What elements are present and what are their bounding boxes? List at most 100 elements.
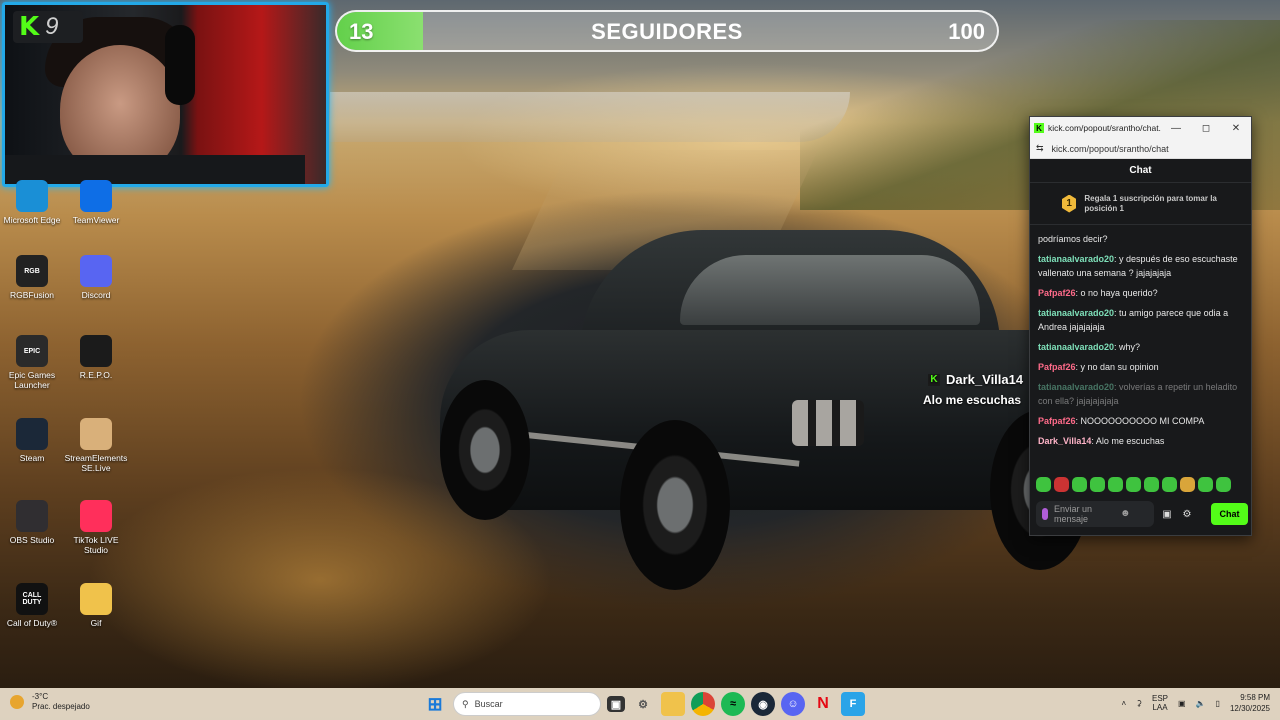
chat-text: : why? — [1114, 342, 1141, 352]
gift-icon[interactable]: ▣ — [1160, 507, 1174, 521]
emote-icon[interactable] — [1216, 477, 1231, 492]
chat-text: : y no dan su opinion — [1075, 362, 1159, 372]
desktop-icon[interactable]: TeamViewer — [64, 180, 128, 225]
close-icon[interactable]: ✕ — [1221, 123, 1251, 134]
microphone-icon[interactable]: ⚳ — [1136, 699, 1142, 708]
steam-icon — [16, 418, 48, 450]
taskbar-search[interactable]: ⚲ Buscar — [453, 692, 601, 716]
chat-text: : Alo me escuchas — [1091, 436, 1165, 446]
emote-icon[interactable] — [1090, 477, 1105, 492]
emoji-icon[interactable]: ☻ — [1120, 509, 1131, 519]
wallpaper-car — [430, 220, 1090, 600]
file-explorer-icon[interactable] — [661, 692, 685, 716]
emote-icon[interactable] — [1180, 477, 1195, 492]
emote-icon[interactable] — [1072, 477, 1087, 492]
rank-badge-icon: 1 — [1062, 194, 1077, 213]
emote-bar[interactable] — [1036, 477, 1231, 492]
rgbfusion-icon: RGB — [16, 255, 48, 287]
system-tray: ˄ ⚳ ESP LAA ▣ 🔈 ▯ 9:58 PM 12/30/2025 — [1121, 692, 1270, 714]
sub-gift-banner[interactable]: 1 Regala 1 suscripción para tomar la pos… — [1030, 183, 1251, 225]
emote-icon[interactable] — [1054, 477, 1069, 492]
desktop-icon[interactable]: EPIC Epic Games Launcher — [0, 335, 64, 390]
emote-icon[interactable] — [1162, 477, 1177, 492]
clock-time: 9:58 PM — [1240, 693, 1270, 702]
app-icon[interactable]: F — [841, 692, 865, 716]
weather-desc: Prac. despejado — [32, 702, 90, 711]
chat-text: podríamos decir? — [1038, 234, 1108, 244]
emote-icon[interactable] — [1036, 477, 1051, 492]
discord-taskbar-icon[interactable]: ☺ — [781, 692, 805, 716]
clock[interactable]: 9:58 PM 12/30/2025 — [1230, 692, 1270, 714]
desktop-icon[interactable]: Steam — [0, 418, 64, 463]
chat-username[interactable]: tatianaalvarado20 — [1038, 254, 1114, 264]
language-indicator[interactable]: ESP LAA — [1152, 694, 1168, 712]
chat-username[interactable]: tatianaalvarado20 — [1038, 308, 1114, 318]
chevron-up-icon[interactable]: ˄ — [1121, 699, 1126, 708]
desktop-icon[interactable]: OBS Studio — [0, 500, 64, 545]
url-text: kick.com/popout/srantho/chat — [1051, 143, 1169, 154]
desktop-icon[interactable]: StreamElements SE.Live — [64, 418, 128, 473]
follower-goal-bar: 13 SEGUIDORES 100 — [335, 10, 999, 52]
teamviewer-icon — [80, 180, 112, 212]
mic-icon[interactable] — [1042, 508, 1048, 520]
steam-taskbar-icon[interactable]: ◉ — [751, 692, 775, 716]
url-bar[interactable]: ⇆ kick.com/popout/srantho/chat — [1030, 139, 1251, 159]
chat-username[interactable]: Dark_Villa14 — [1038, 436, 1091, 446]
kick-favicon-icon: K — [1034, 123, 1044, 133]
netflix-icon[interactable]: N — [811, 692, 835, 716]
task-view-icon[interactable]: ▣ — [607, 696, 625, 712]
weather-icon — [10, 695, 24, 709]
desktop-icon[interactable]: R.E.P.O. — [64, 335, 128, 380]
chat-message: tatianaalvarado20: why? — [1038, 340, 1243, 354]
chat-username[interactable]: Pafpaf26 — [1038, 416, 1076, 426]
clock-date: 12/30/2025 — [1229, 704, 1270, 713]
chrome-icon[interactable] — [691, 692, 715, 716]
repo-icon — [80, 335, 112, 367]
taskbar: -3°C Prac. despejado ⊞ ⚲ Buscar ▣ ⚙ ≈ ◉ … — [0, 688, 1280, 720]
volume-icon[interactable]: 🔈 — [1196, 699, 1206, 708]
streamelements-icon — [80, 418, 112, 450]
chat-text: : NOOOOOOOOOO MI COMPA — [1075, 416, 1205, 426]
chat-username[interactable]: Pafpaf26 — [1038, 288, 1076, 298]
send-chat-button[interactable]: Chat — [1211, 503, 1248, 525]
chat-input[interactable]: Enviar un mensaje ☻ — [1036, 501, 1154, 527]
chat-username[interactable]: tatianaalvarado20 — [1038, 342, 1114, 352]
desktop-icon[interactable]: TikTok LIVE Studio — [64, 500, 128, 555]
gear-icon[interactable]: ⚙ — [1180, 507, 1194, 521]
desktop-icon-label: TikTok LIVE Studio — [73, 535, 119, 555]
window-titlebar[interactable]: K kick.com/popout/srantho/chat... — ◻ ✕ — [1030, 117, 1251, 139]
site-settings-icon[interactable]: ⇆ — [1036, 143, 1044, 154]
desktop-icon[interactable]: RGB RGBFusion — [0, 255, 64, 300]
maximize-icon[interactable]: ◻ — [1191, 123, 1221, 134]
emote-icon[interactable] — [1108, 477, 1123, 492]
network-icon[interactable]: ▣ — [1178, 699, 1186, 708]
chat-message: tatianaalvarado20: tu amigo parece que o… — [1038, 306, 1243, 334]
minimize-icon[interactable]: — — [1161, 123, 1191, 134]
search-placeholder: Buscar — [474, 699, 503, 709]
settings-icon[interactable]: ⚙ — [631, 692, 655, 716]
window-title: kick.com/popout/srantho/chat... — [1048, 123, 1161, 133]
chat-input-placeholder: Enviar un mensaje — [1054, 504, 1093, 524]
desktop-icon[interactable]: Gif — [64, 583, 128, 628]
chat-messages[interactable]: podríamos decir? tatianaalvarado20: y des… — [1030, 232, 1251, 467]
desktop-icon[interactable]: Microsoft Edge — [0, 180, 64, 225]
weather-widget[interactable]: -3°C Prac. despejado — [10, 692, 90, 712]
emote-icon[interactable] — [1126, 477, 1141, 492]
windows-start-icon[interactable]: ⊞ — [423, 692, 447, 716]
overlay-username: Dark_Villa14 — [946, 372, 1024, 387]
emote-icon[interactable] — [1144, 477, 1159, 492]
obs-icon — [16, 500, 48, 532]
chat-username[interactable]: Pafpaf26 — [1038, 362, 1076, 372]
battery-icon[interactable]: ▯ — [1216, 699, 1220, 708]
desktop-icon-label: Microsoft Edge — [3, 215, 61, 225]
emote-icon[interactable] — [1198, 477, 1213, 492]
desktop-icon-label: StreamElements SE.Live — [64, 453, 128, 473]
desktop-icon[interactable]: Discord — [64, 255, 128, 300]
chat-message: Pafpaf26: o no haya querido? — [1038, 286, 1243, 300]
chat-username[interactable]: tatianaalvarado20 — [1038, 382, 1114, 392]
search-icon: ⚲ — [462, 698, 469, 709]
background-sea — [330, 92, 850, 142]
spotify-icon[interactable]: ≈ — [721, 692, 745, 716]
desktop-icon[interactable]: CALL DUTY Call of Duty® — [0, 583, 64, 628]
chat-input-row: Enviar un mensaje ☻ ▣ ⚙ Chat — [1036, 500, 1248, 528]
